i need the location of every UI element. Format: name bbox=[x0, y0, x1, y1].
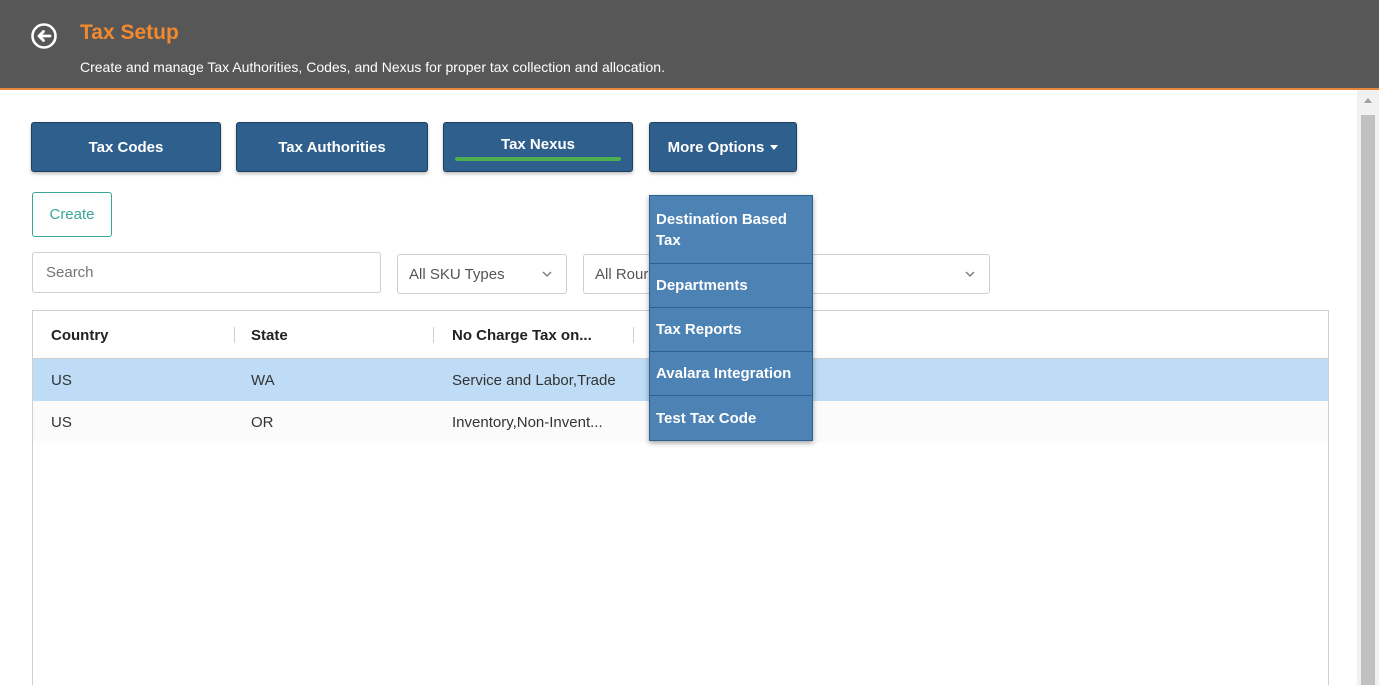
cell-state: OR bbox=[251, 414, 274, 431]
tab-label: Tax Codes bbox=[88, 138, 164, 156]
create-button-label: Create bbox=[49, 206, 95, 223]
scroll-up-arrow-icon[interactable] bbox=[1364, 98, 1372, 103]
page-header: Tax Setup Create and manage Tax Authorit… bbox=[0, 0, 1379, 90]
column-separator[interactable] bbox=[633, 327, 634, 343]
menu-item-label: Departments bbox=[656, 277, 748, 294]
menu-item-label: Avalara Integration bbox=[656, 365, 792, 382]
menu-item-label: Tax Reports bbox=[656, 321, 742, 338]
column-separator[interactable] bbox=[234, 327, 235, 343]
column-header-country[interactable]: Country bbox=[51, 327, 109, 344]
scrollbar-thumb[interactable] bbox=[1361, 115, 1375, 685]
menu-item-label: Test Tax Code bbox=[656, 409, 757, 427]
menu-item-test-tax-code[interactable]: Test Tax Code bbox=[650, 396, 812, 440]
menu-item-tax-reports[interactable]: Tax Reports bbox=[650, 308, 812, 352]
tab-tax-nexus[interactable]: Tax Nexus bbox=[443, 122, 633, 172]
create-button[interactable]: Create bbox=[32, 192, 112, 237]
page-title: Tax Setup bbox=[80, 21, 179, 44]
sku-type-select[interactable]: All SKU Types bbox=[397, 254, 567, 294]
more-options-menu: Destination Based Tax Departments Tax Re… bbox=[649, 195, 813, 441]
column-header-no-charge-tax[interactable]: No Charge Tax on... bbox=[452, 327, 592, 344]
column-separator[interactable] bbox=[433, 327, 434, 343]
search-input[interactable] bbox=[32, 252, 381, 293]
sku-type-select-value: All SKU Types bbox=[409, 265, 505, 283]
menu-item-label: Destination Based Tax bbox=[656, 210, 787, 249]
more-options-button[interactable]: More Options bbox=[649, 122, 797, 172]
cell-no-charge-tax: Service and Labor,Trade bbox=[452, 372, 616, 389]
menu-item-departments[interactable]: Departments bbox=[650, 264, 812, 308]
chevron-down-icon bbox=[542, 271, 552, 277]
cell-country: US bbox=[51, 372, 72, 389]
back-arrow-circle-icon[interactable] bbox=[31, 23, 57, 49]
tab-label: Tax Nexus bbox=[501, 136, 575, 153]
chevron-down-icon bbox=[965, 271, 975, 277]
active-tab-indicator bbox=[455, 157, 621, 161]
menu-item-destination-based-tax[interactable]: Destination Based Tax bbox=[650, 196, 812, 264]
rounding-select-value: All Rour bbox=[595, 265, 649, 283]
tab-tax-codes[interactable]: Tax Codes bbox=[31, 122, 221, 172]
cell-no-charge-tax: Inventory,Non-Invent... bbox=[452, 414, 603, 431]
tab-label: More Options bbox=[667, 138, 765, 156]
page-subtitle: Create and manage Tax Authorities, Codes… bbox=[80, 59, 665, 75]
cell-state: WA bbox=[251, 372, 275, 389]
tab-label: Tax Authorities bbox=[278, 138, 386, 156]
menu-item-avalara-integration[interactable]: Avalara Integration bbox=[650, 352, 812, 396]
vertical-scrollbar[interactable] bbox=[1357, 90, 1379, 685]
column-header-state[interactable]: State bbox=[251, 327, 288, 344]
caret-down-icon bbox=[770, 144, 779, 150]
cell-country: US bbox=[51, 414, 72, 431]
tab-tax-authorities[interactable]: Tax Authorities bbox=[236, 122, 428, 172]
